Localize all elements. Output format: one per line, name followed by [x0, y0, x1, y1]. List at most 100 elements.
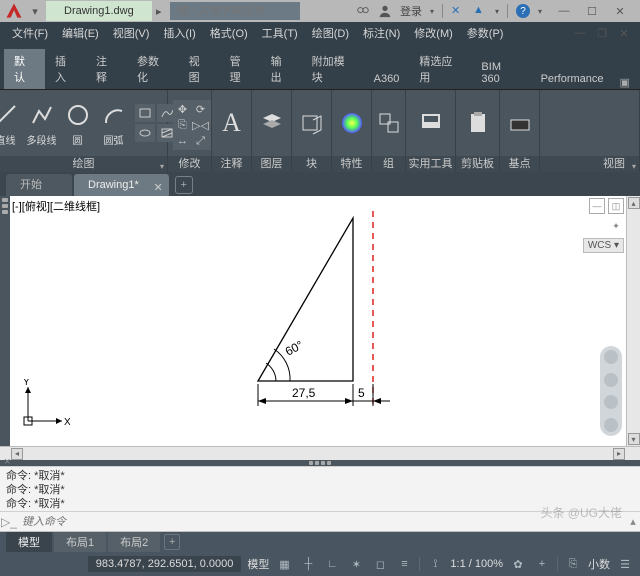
doc-tab-start[interactable]: 开始	[6, 174, 72, 196]
panel-utilities-label[interactable]: 实用工具	[406, 156, 455, 172]
snap-icon[interactable]: ┼	[299, 555, 317, 573]
splitter[interactable]: ×	[0, 460, 640, 466]
tool-block[interactable]	[297, 108, 327, 138]
tool-text[interactable]: A	[217, 108, 247, 138]
ucs-icon[interactable]: YX	[20, 379, 70, 432]
login-dropdown-icon[interactable]: ▾	[430, 7, 434, 16]
vp-config-icon[interactable]: —	[589, 198, 605, 214]
ribbon-tab-a360[interactable]: A360	[364, 69, 410, 89]
panel-clipboard-label[interactable]: 剪贴板	[456, 156, 499, 172]
menu-tools[interactable]: 工具(T)	[256, 23, 304, 43]
app-store-icon[interactable]: ▲	[473, 4, 487, 18]
tool-polyline[interactable]: 多段线	[27, 100, 57, 147]
panel-properties-label[interactable]: 特性	[332, 156, 371, 172]
menu-draw[interactable]: 绘图(D)	[306, 23, 355, 43]
ribbon-tab-view[interactable]: 视图	[179, 49, 220, 89]
menu-dimension[interactable]: 标注(N)	[357, 23, 406, 43]
drawing-viewport[interactable]: [-][俯视][二维线框] — ◫ ✦ WCS ▾ 60° 27,5	[10, 196, 626, 446]
menu-view[interactable]: 视图(V)	[107, 23, 156, 43]
tool-properties[interactable]	[337, 108, 367, 138]
ribbon-tab-parametric[interactable]: 参数化	[127, 49, 179, 89]
horizontal-scrollbar[interactable]: ◂ ▸	[0, 446, 640, 460]
panel-group-label[interactable]: 组	[372, 156, 405, 172]
plus-icon[interactable]: +	[533, 555, 551, 573]
close-button[interactable]: ✕	[606, 0, 634, 22]
cmd-menu-icon[interactable]: ▴	[626, 515, 640, 528]
scroll-up-icon[interactable]: ▴	[628, 197, 640, 209]
status-space[interactable]: 模型	[247, 556, 269, 572]
navigation-bar[interactable]	[600, 346, 622, 436]
command-prompt-icon[interactable]: ▷_	[0, 515, 18, 529]
doc-minimize-button[interactable]: —	[570, 24, 590, 42]
ribbon-tab-annotate[interactable]: 注释	[86, 49, 127, 89]
nav-compass-icon[interactable]: ✦	[608, 218, 624, 234]
help-icon[interactable]: ?	[516, 4, 530, 18]
help-dropdown-icon[interactable]: ▾	[538, 7, 542, 16]
panel-annotate-label[interactable]: 注释	[212, 156, 251, 172]
panel-modify-label[interactable]: 修改	[168, 156, 211, 172]
cmd-close-icon[interactable]: ×	[4, 456, 18, 470]
ribbon-expand-icon[interactable]: ▣	[614, 76, 636, 89]
panel-draw-label[interactable]: 绘图▾	[0, 156, 167, 172]
ribbon-tab-performance[interactable]: Performance	[531, 69, 614, 89]
scroll-down-icon[interactable]: ▾	[628, 433, 640, 445]
ribbon-tab-default[interactable]: 默认	[4, 49, 45, 89]
grid-icon[interactable]: ▦	[275, 555, 293, 573]
command-input[interactable]	[18, 516, 626, 528]
tool-arc[interactable]: 圆弧	[99, 100, 129, 147]
status-coords[interactable]: 983.4787, 292.6501, 0.0000	[88, 556, 242, 572]
layout-tab-1[interactable]: 布局1	[54, 532, 106, 552]
lineweight-icon[interactable]: ≡	[395, 555, 413, 573]
units-icon[interactable]: ⎘	[564, 555, 582, 573]
layout-tab-2[interactable]: 布局2	[108, 532, 160, 552]
ribbon-tab-manage[interactable]: 管理	[220, 49, 261, 89]
osnap-icon[interactable]: ◻	[371, 555, 389, 573]
doc-restore-button[interactable]: ❐	[592, 24, 612, 42]
panel-base-label[interactable]: 基点	[500, 156, 539, 172]
tool-base[interactable]	[505, 108, 535, 138]
ribbon-tab-featured[interactable]: 精选应用	[409, 49, 471, 89]
ribbon-tab-addins[interactable]: 附加模块	[302, 49, 364, 89]
left-gutter[interactable]	[0, 196, 10, 446]
panel-block-label[interactable]: 块	[292, 156, 331, 172]
ribbon-tab-output[interactable]: 输出	[261, 49, 302, 89]
menu-edit[interactable]: 编辑(E)	[56, 23, 105, 43]
panel-layers-label[interactable]: 图层	[252, 156, 291, 172]
tool-measure[interactable]	[415, 108, 447, 138]
gear-icon[interactable]: ✿	[509, 555, 527, 573]
menu-parametric[interactable]: 参数(P)	[461, 23, 510, 43]
menu-file[interactable]: 文件(F)	[6, 23, 54, 43]
menu-format[interactable]: 格式(O)	[204, 23, 254, 43]
scroll-right-icon[interactable]: ▸	[613, 448, 625, 460]
ribbon-tab-bim360[interactable]: BIM 360	[471, 57, 530, 89]
annotation-scale-icon[interactable]: ⟟	[426, 555, 444, 573]
user-icon[interactable]	[378, 4, 392, 18]
layout-tab-model[interactable]: 模型	[6, 532, 52, 552]
menu-modify[interactable]: 修改(M)	[408, 23, 459, 43]
app-icon[interactable]	[4, 1, 24, 21]
doc-tab-active[interactable]: Drawing1*✕	[74, 174, 169, 196]
polar-icon[interactable]: ✶	[347, 555, 365, 573]
tool-layer-properties[interactable]	[257, 108, 287, 138]
tool-line[interactable]: 直线	[0, 100, 21, 147]
login-label[interactable]: 登录	[400, 3, 422, 19]
tool-group[interactable]	[378, 112, 400, 134]
vertical-scrollbar[interactable]: ▴ ▾	[626, 196, 640, 446]
vp-restore-icon[interactable]: ◫	[608, 198, 624, 214]
layout-add-button[interactable]: +	[164, 534, 180, 550]
tool-scale[interactable]: ⤢	[191, 132, 211, 150]
exchange-icon[interactable]: ✕	[451, 4, 465, 18]
qat-dropdown-icon[interactable]: ▾	[28, 4, 42, 18]
doc-dropdown-icon[interactable]: ▸	[152, 4, 166, 18]
add-tab-button[interactable]: +	[175, 176, 193, 194]
menu-insert[interactable]: 插入(I)	[157, 23, 201, 43]
doc-close-button[interactable]: ✕	[614, 24, 634, 42]
tool-circle[interactable]: 圆	[63, 100, 93, 147]
ribbon-tab-insert[interactable]: 插入	[45, 49, 86, 89]
status-decimals[interactable]: 小数	[588, 556, 610, 572]
store-dropdown-icon[interactable]: ▾	[495, 7, 499, 16]
tool-ellipse[interactable]	[135, 124, 155, 142]
tool-rectangle[interactable]	[135, 104, 155, 122]
maximize-button[interactable]: ☐	[578, 0, 606, 22]
viewport-tag[interactable]: [-][俯视][二维线框]	[12, 198, 100, 214]
